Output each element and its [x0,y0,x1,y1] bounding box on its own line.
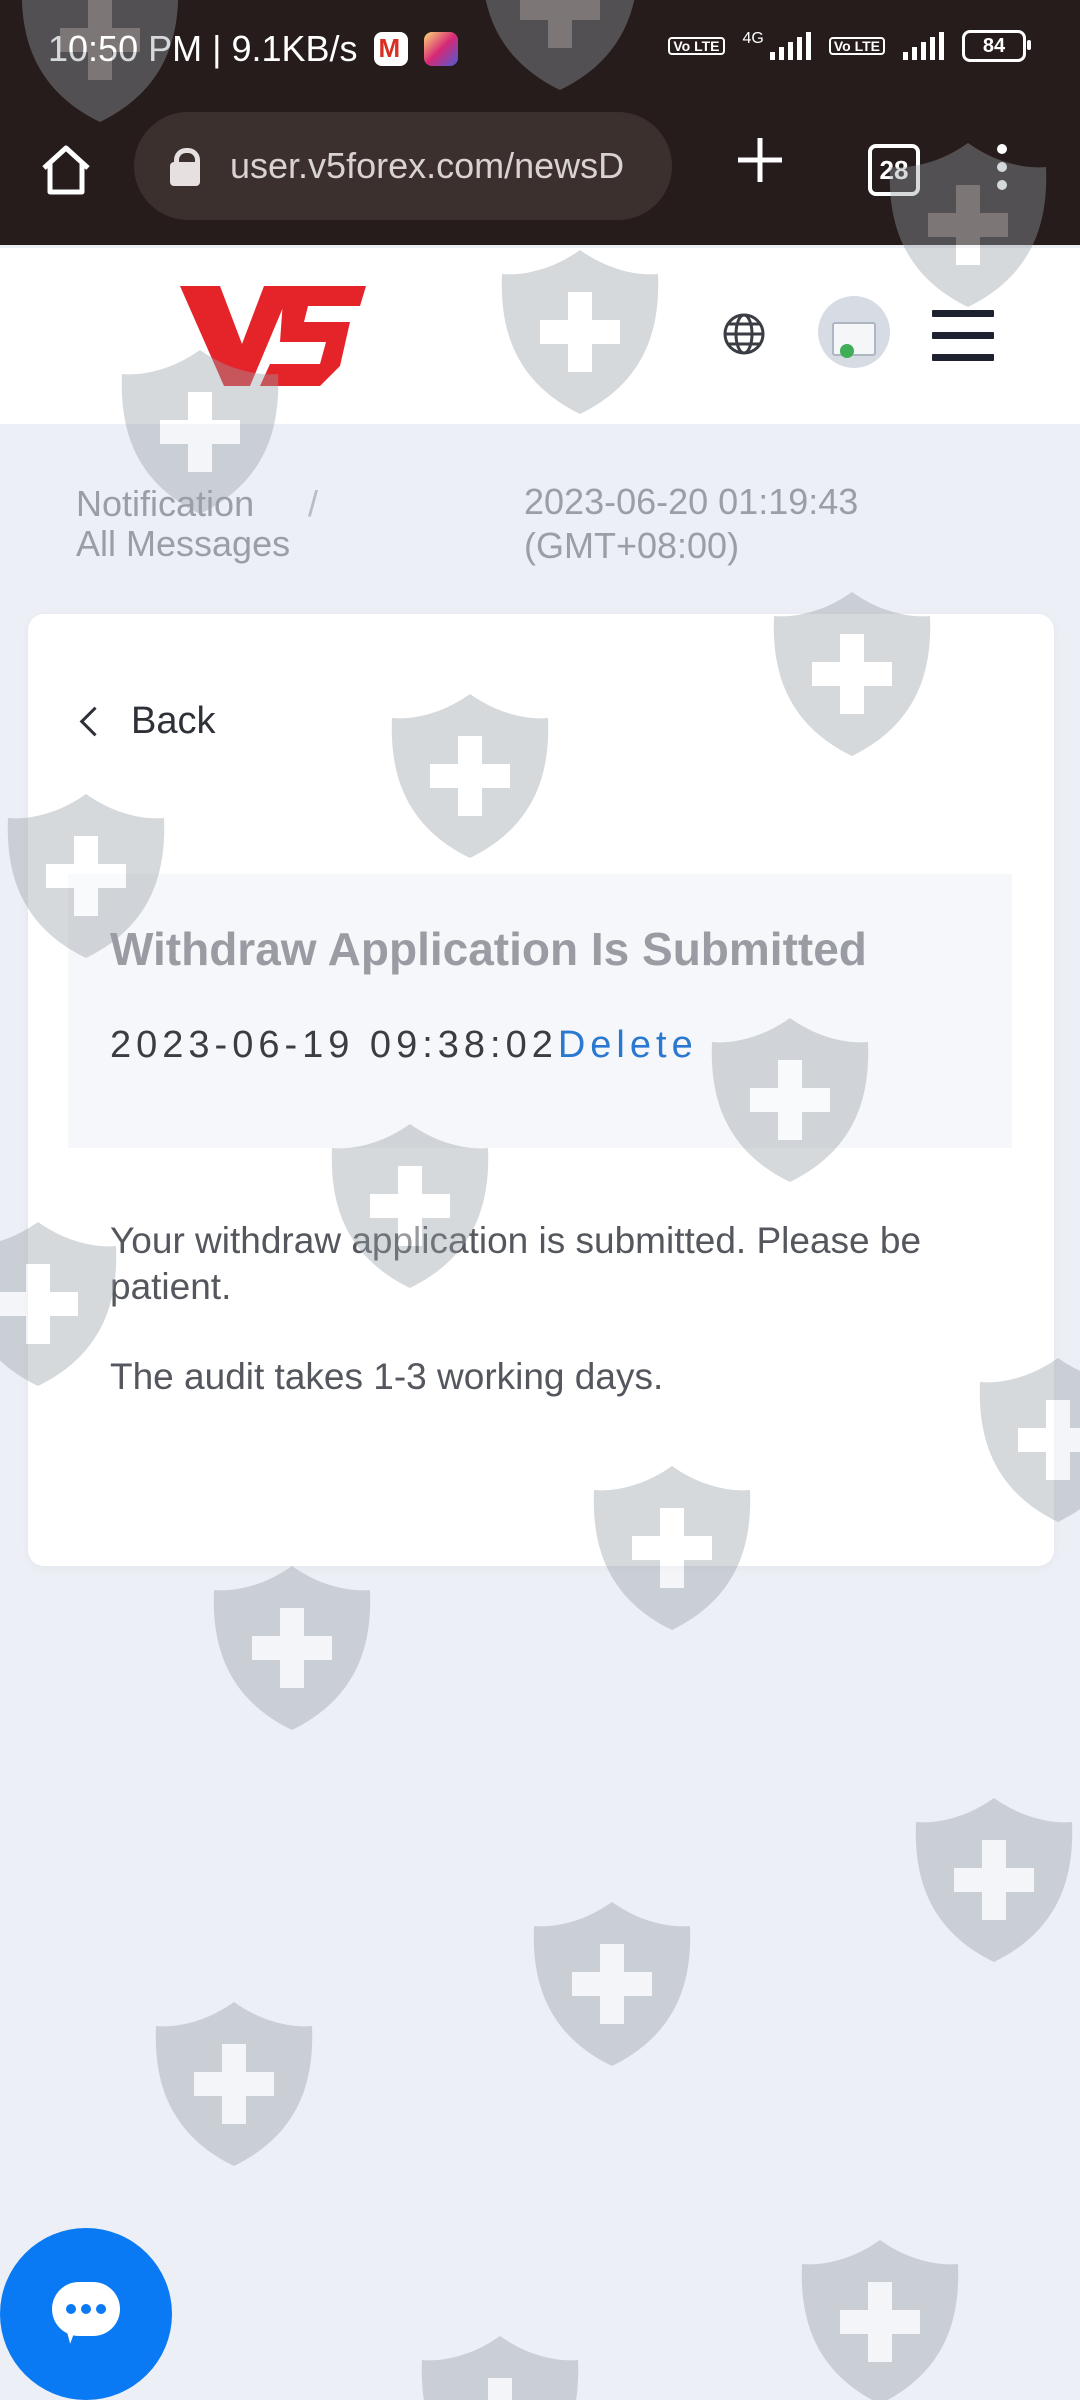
globe-icon[interactable] [722,312,766,356]
status-bar: 10:50 PM | 9.1KB/s Vo LTE 4G Vo LTE 84 [0,0,1080,100]
back-button[interactable]: Back [76,700,215,743]
message-paragraph: Your withdraw application is submitted. … [110,1220,922,1307]
status-time-speed: 10:50 PM | 9.1KB/s [48,28,358,69]
message-paragraph: The audit takes 1-3 working days. [110,1356,664,1397]
breadcrumb-current: All Messages [76,523,291,564]
breadcrumb-parent[interactable]: Notification [76,484,290,524]
battery-icon: 84 [962,30,1031,62]
lock-icon [170,148,200,186]
delete-link[interactable]: Delete [558,1024,698,1066]
v5-logo[interactable] [180,282,370,392]
message-meta: 2023-06-19 09:38:02Delete [110,1024,698,1067]
browser-toolbar: user.v5forex.com/newsD 28 [0,110,1080,225]
home-icon[interactable] [36,140,96,200]
message-header: Withdraw Application Is Submitted 2023-0… [68,874,1012,1148]
battery-level: 84 [982,34,1006,57]
shield-watermark-icon [801,2240,959,2400]
shield-watermark-icon [421,2336,579,2400]
site-header [0,248,1080,424]
shield-watermark-icon [533,1902,691,2066]
address-bar[interactable]: user.v5forex.com/newsD [134,112,672,220]
volte-icon-2: Vo LTE [828,37,885,55]
breadcrumb-separator: / [308,483,319,524]
breadcrumb: Notification / All Messages [76,484,318,564]
status-left: 10:50 PM | 9.1KB/s [48,28,458,70]
chevron-left-icon [79,706,110,737]
message-card: Back Withdraw Application Is Submitted 2… [28,614,1054,1566]
plus-icon [738,138,782,182]
url-text: user.v5forex.com/newsD [230,145,625,186]
chat-button[interactable] [0,2228,172,2400]
status-right: Vo LTE 4G Vo LTE 84 [668,30,1031,62]
back-label: Back [131,700,216,742]
signal-icon [769,32,811,60]
network-label: 4G [742,30,764,47]
message-body: Your withdraw application is submitted. … [110,1218,1010,1444]
shield-watermark-icon [155,2002,313,2166]
server-datetime: 2023-06-20 01:19:43 [524,481,859,522]
server-timezone: (GMT+08:00) [524,525,740,566]
browser-chrome: 10:50 PM | 9.1KB/s Vo LTE 4G Vo LTE 84 u… [0,0,1080,245]
more-icon[interactable] [994,144,1010,194]
tabs-button[interactable]: 28 [868,144,920,196]
tab-count: 28 [879,154,909,185]
new-tab-button[interactable] [732,132,788,188]
menu-icon[interactable] [932,310,994,362]
shield-watermark-icon [915,1798,1073,1962]
message-title: Withdraw Application Is Submitted [110,923,867,975]
chat-icon [52,2282,120,2336]
shield-watermark-icon [213,1566,371,1730]
message-timestamp: 2023-06-19 09:38:02 [110,1024,558,1066]
avatar[interactable] [818,296,890,368]
server-time: 2023-06-20 01:19:43 (GMT+08:00) [524,480,858,568]
volte-icon: Vo LTE [668,37,725,55]
signal-icon-2 [903,32,944,60]
gmail-icon [373,32,408,66]
instagram-icon [423,32,458,66]
